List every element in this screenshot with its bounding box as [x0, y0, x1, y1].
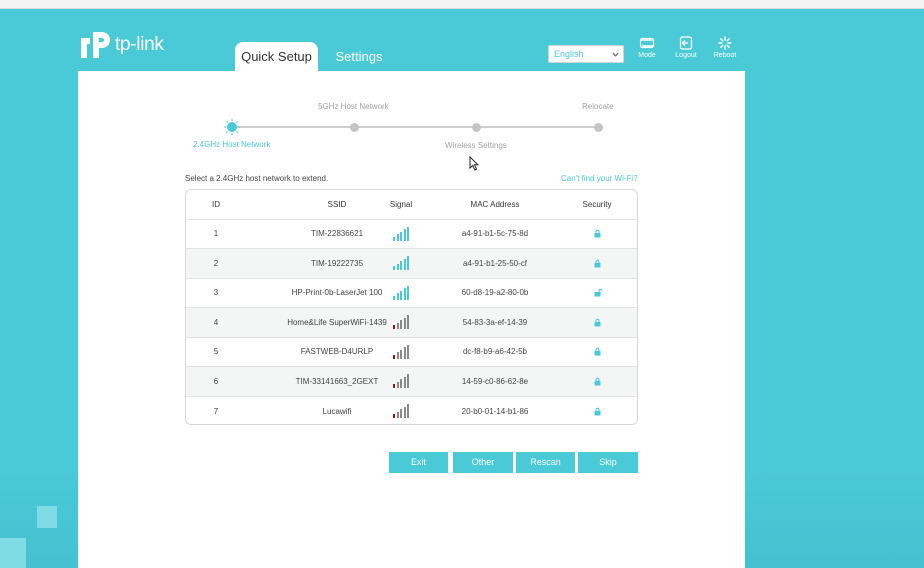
exit-button[interactable]: Exit — [389, 452, 448, 473]
cant-find-wifi-link[interactable]: Can't find your Wi-Fi? — [561, 174, 638, 183]
browser-top-strip — [0, 0, 924, 9]
signal-strength-icon — [393, 226, 409, 241]
network-table: ID SSID Signal MAC Address Security 1 TIM… — [185, 189, 638, 425]
chevron-down-icon — [612, 52, 619, 57]
rescan-button[interactable]: Rescan — [516, 452, 575, 473]
table-row[interactable]: 6 TIM-33141663_2GEXT 14-59-c0-86-62-8e — [186, 367, 637, 397]
row-signal — [376, 338, 426, 367]
row-id: 2 — [213, 258, 219, 268]
row-security — [566, 397, 628, 425]
row-security — [566, 338, 628, 367]
row-signal — [376, 220, 426, 249]
table-row[interactable]: 4 Home&Life SuperWiFi-1439 54-83-3a-ef-14-… — [186, 308, 637, 338]
signal-strength-icon — [393, 256, 409, 271]
stepper-dot — [471, 122, 481, 132]
step-label-relocate: Relocate — [582, 102, 614, 111]
row-security — [566, 279, 628, 308]
table-header-row: ID SSID Signal MAC Address Security — [186, 190, 637, 220]
tp-link-logo-icon — [79, 30, 111, 60]
column-header-signal: Signal — [389, 199, 413, 209]
mouse-cursor-icon — [469, 156, 479, 171]
row-signal — [376, 308, 426, 337]
step-label-5ghz: 5GHz Host Network — [318, 102, 389, 111]
lock-icon — [594, 407, 600, 416]
background-square-decoration — [37, 506, 57, 528]
stepper-dot — [349, 122, 359, 132]
row-security — [566, 220, 628, 249]
row-security — [566, 249, 628, 278]
row-id: 1 — [213, 229, 219, 239]
lock-icon — [594, 259, 600, 268]
background-square-decoration — [0, 538, 26, 568]
tab-settings[interactable]: Settings — [330, 42, 388, 71]
row-signal — [376, 367, 426, 396]
step-label-wireless-settings: Wireless Settings — [445, 141, 507, 150]
table-row[interactable]: 1 TIM-22836621 a4-91-b1-5c-75-8d — [186, 220, 637, 249]
table-row[interactable]: 3 HP-Print-0b-LaserJet 100 60-d8-19-a2-80-… — [186, 279, 637, 308]
row-mac-address: 14-59-c0-86-62-8e — [461, 376, 529, 386]
signal-strength-icon — [393, 404, 409, 419]
other-button[interactable]: Other — [453, 452, 513, 473]
column-header-mac: MAC Address — [470, 199, 520, 209]
signal-strength-icon — [393, 374, 409, 389]
row-signal — [376, 279, 426, 308]
row-security — [566, 308, 628, 337]
table-row[interactable]: 2 TIM-19222735 a4-91-b1-25-50-cf — [186, 249, 637, 279]
lock-icon — [594, 230, 600, 238]
mode-button[interactable]: Mode — [630, 36, 664, 59]
row-mac-address: 54-83-3a-ef-14-39 — [462, 317, 528, 327]
row-mac-address: a4-91-b1-5c-75-8d — [461, 229, 529, 239]
column-header-id: ID — [212, 199, 220, 209]
stepper-track — [232, 126, 598, 128]
instruction-text: Select a 2.4GHz host network to extend. — [185, 174, 329, 183]
stepper-dot — [593, 122, 603, 132]
column-header-security: Security — [582, 199, 612, 209]
row-security — [566, 367, 628, 396]
signal-strength-icon — [393, 285, 409, 300]
language-select-value: English — [554, 49, 584, 59]
brand-name: tp-link — [115, 34, 164, 55]
row-id: 7 — [213, 406, 219, 416]
stepper-dot-active — [224, 119, 240, 135]
row-signal — [376, 249, 426, 278]
row-mac-address: dc-f8-b9-a6-42-5b — [462, 347, 528, 357]
logout-label: Logout — [675, 52, 697, 59]
table-row[interactable]: 7 Lucawifi 20-b0-01-14-b1-86 — [186, 397, 637, 425]
tab-quick-setup[interactable]: Quick Setup — [235, 42, 318, 71]
unlock-icon — [594, 289, 602, 297]
logout-button[interactable]: Logout — [669, 36, 703, 59]
row-mac-address: 60-d8-19-a2-80-0b — [461, 288, 529, 298]
row-id: 6 — [213, 376, 219, 386]
row-id: 3 — [213, 288, 219, 298]
row-signal — [376, 397, 426, 425]
logout-icon — [679, 36, 693, 50]
signal-strength-icon — [393, 344, 409, 359]
row-id: 5 — [213, 347, 219, 357]
table-row[interactable]: 5 FASTWEB-D4URLP dc-f8-b9-a6-42-5b — [186, 338, 637, 367]
skip-button[interactable]: Skip — [578, 452, 638, 473]
mode-icon — [639, 37, 655, 49]
reboot-button[interactable]: Reboot — [708, 36, 742, 59]
reboot-icon — [718, 36, 732, 50]
row-id: 4 — [213, 317, 219, 327]
signal-strength-icon — [393, 315, 409, 330]
lock-icon — [594, 348, 600, 356]
mode-label: Mode — [638, 52, 656, 59]
tp-link-logo[interactable]: tp-link — [79, 30, 164, 60]
lock-icon — [594, 318, 600, 327]
reboot-label: Reboot — [713, 52, 737, 59]
language-select[interactable]: English — [548, 45, 624, 63]
row-mac-address: 20-b0-01-14-b1-86 — [461, 406, 529, 416]
step-label-2-4ghz: 2.4GHz Host Network — [193, 140, 271, 149]
row-mac-address: a4-91-b1-25-50-cf — [462, 258, 528, 268]
lock-icon — [594, 377, 600, 386]
